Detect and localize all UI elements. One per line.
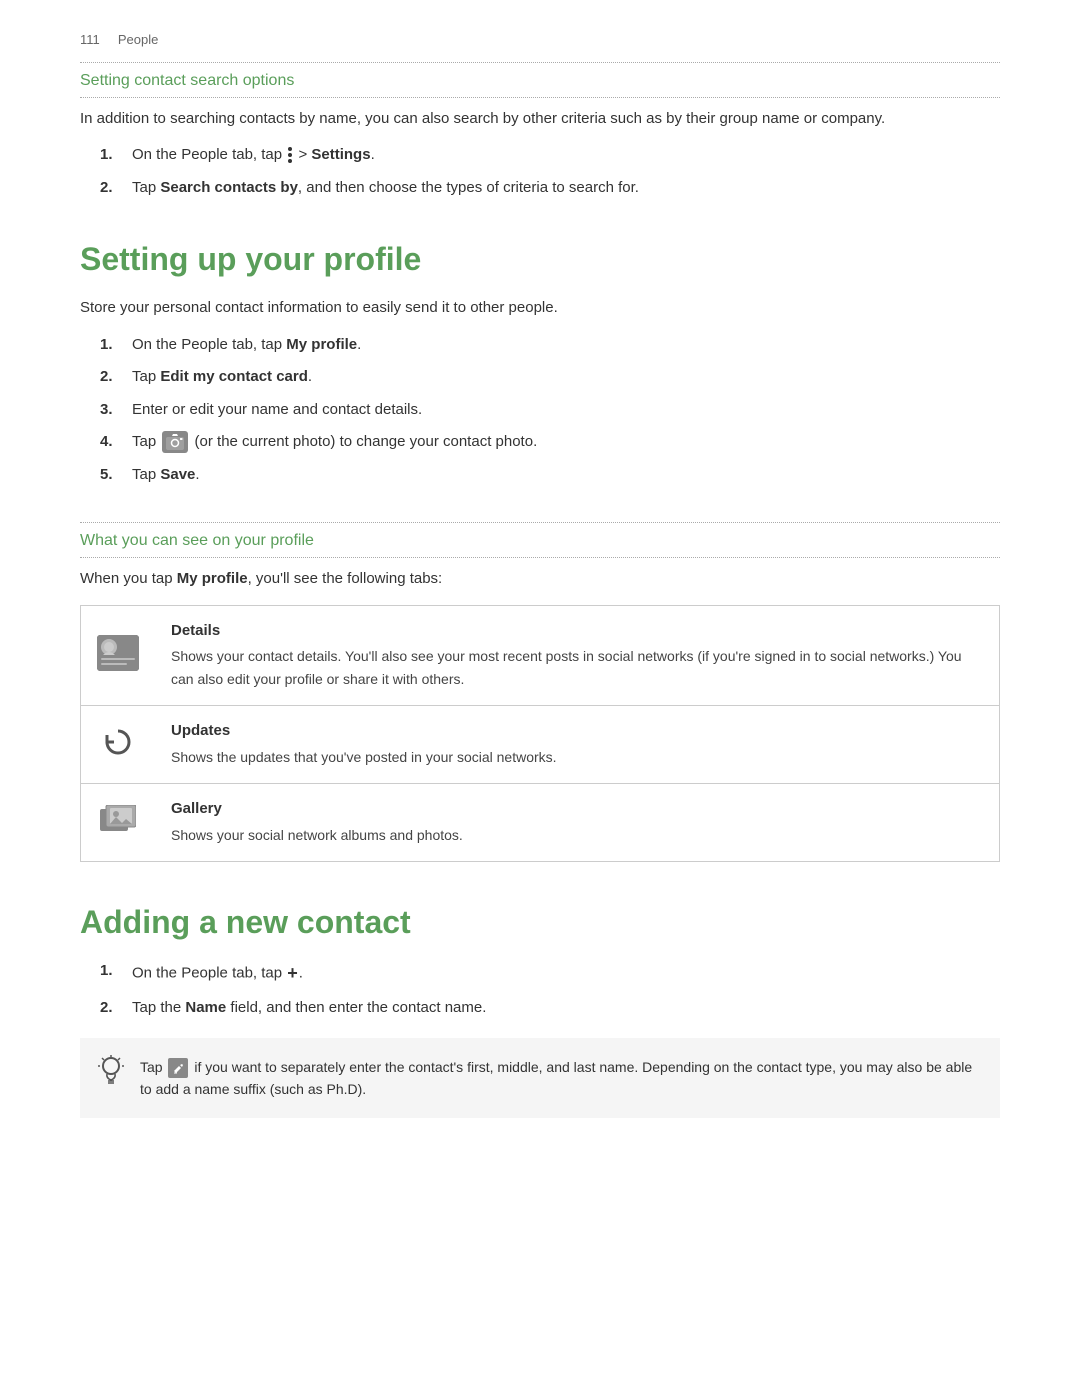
step-text: Tap Save. — [132, 464, 200, 487]
tab-updates-label: Updates — [171, 720, 983, 743]
tab-gallery-label: Gallery — [171, 798, 983, 821]
plus-icon: + — [287, 960, 298, 987]
search-section-title: Setting contact search options — [80, 69, 1000, 93]
adding-step-1: 1. On the People tab, tap +. — [100, 960, 1000, 987]
step-num: 4. — [100, 431, 122, 454]
tab-updates-content: Updates Shows the updates that you've po… — [155, 706, 1000, 784]
search-steps-list: 1. On the People tab, tap > Settings. 2.… — [80, 144, 1000, 199]
profile-sub-divider-top — [80, 522, 1000, 523]
my-profile-bold2: My profile — [177, 570, 248, 587]
edit-card-bold: Edit my contact card — [160, 368, 308, 385]
profile-sub-title: What you can see on your profile — [80, 529, 1000, 553]
step-num: 2. — [100, 997, 122, 1020]
search-step-1: 1. On the People tab, tap > Settings. — [100, 144, 1000, 167]
step-text: Tap (or the current photo) to change you… — [132, 431, 537, 454]
profile-subsection: What you can see on your profile — [80, 522, 1000, 558]
step-text: On the People tab, tap +. — [132, 960, 303, 987]
top-divider — [80, 62, 1000, 63]
step-text: Tap the Name field, and then enter the c… — [132, 997, 486, 1020]
tab-details-desc: Shows your contact details. You'll also … — [171, 648, 962, 687]
step-num: 5. — [100, 464, 122, 487]
tip-box: Tap if you want to separately enter the … — [80, 1038, 1000, 1119]
updates-icon — [103, 727, 133, 757]
profile-step-5: 5. Tap Save. — [100, 464, 1000, 487]
profile-sub-intro: When you tap My profile, you'll see the … — [80, 568, 1000, 591]
step-num: 2. — [100, 366, 122, 389]
bulb-icon — [96, 1054, 126, 1084]
search-intro: In addition to searching contacts by nam… — [80, 108, 1000, 131]
page-number: 111 — [80, 32, 100, 47]
tab-details-label: Details — [171, 620, 983, 643]
settings-bold: Settings — [311, 146, 370, 163]
tab-gallery-content: Gallery Shows your social network albums… — [155, 784, 1000, 862]
search-step-2: 2. Tap Search contacts by, and then choo… — [100, 177, 1000, 200]
profile-intro: Store your personal contact information … — [80, 297, 1000, 320]
save-bold: Save — [160, 466, 195, 483]
gallery-icon — [100, 805, 136, 835]
step-text: On the People tab, tap > Settings. — [132, 144, 375, 167]
details-icon — [97, 635, 139, 671]
camera-icon — [162, 431, 188, 453]
search-title-divider — [80, 97, 1000, 98]
profile-steps-list: 1. On the People tab, tap My profile. 2.… — [80, 334, 1000, 487]
search-contacts-bold: Search contacts by — [160, 179, 298, 196]
tab-row-gallery: Gallery Shows your social network albums… — [81, 784, 1000, 862]
profile-step-4: 4. Tap (or the current photo) to change … — [100, 431, 1000, 454]
step-num: 2. — [100, 177, 122, 200]
tab-details-content: Details Shows your contact details. You'… — [155, 605, 1000, 706]
tab-gallery-desc: Shows your social network albums and pho… — [171, 827, 463, 843]
adding-section-title: Adding a new contact — [80, 898, 1000, 946]
adding-steps-list: 1. On the People tab, tap +. 2. Tap the … — [80, 960, 1000, 1020]
profile-step-2: 2. Tap Edit my contact card. — [100, 366, 1000, 389]
profile-section-title: Setting up your profile — [80, 235, 1000, 283]
menu-dots-icon — [288, 147, 292, 163]
name-field-bold: Name — [185, 999, 226, 1016]
step-text: Enter or edit your name and contact deta… — [132, 399, 422, 422]
step-num: 1. — [100, 960, 122, 983]
step-text: Tap Edit my contact card. — [132, 366, 312, 389]
step-num: 3. — [100, 399, 122, 422]
tip-text: Tap if you want to separately enter the … — [140, 1059, 972, 1097]
tab-icon-cell — [81, 784, 156, 862]
profile-sub-divider-bottom — [80, 557, 1000, 558]
page-header: 111 People — [80, 30, 1000, 50]
profile-step-3: 3. Enter or edit your name and contact d… — [100, 399, 1000, 422]
adding-step-2: 2. Tap the Name field, and then enter th… — [100, 997, 1000, 1020]
tab-row-updates: Updates Shows the updates that you've po… — [81, 706, 1000, 784]
my-profile-bold: My profile — [286, 336, 357, 353]
step-text: On the People tab, tap My profile. — [132, 334, 361, 357]
edit-icon — [168, 1058, 188, 1078]
profile-tabs-table: Details Shows your contact details. You'… — [80, 605, 1000, 863]
step-text: Tap Search contacts by, and then choose … — [132, 177, 639, 200]
tab-icon-cell — [81, 605, 156, 706]
tab-icon-cell — [81, 706, 156, 784]
tab-updates-desc: Shows the updates that you've posted in … — [171, 749, 557, 765]
section-name: People — [118, 32, 158, 47]
step-num: 1. — [100, 334, 122, 357]
profile-step-1: 1. On the People tab, tap My profile. — [100, 334, 1000, 357]
step-num: 1. — [100, 144, 122, 167]
tab-row-details: Details Shows your contact details. You'… — [81, 605, 1000, 706]
